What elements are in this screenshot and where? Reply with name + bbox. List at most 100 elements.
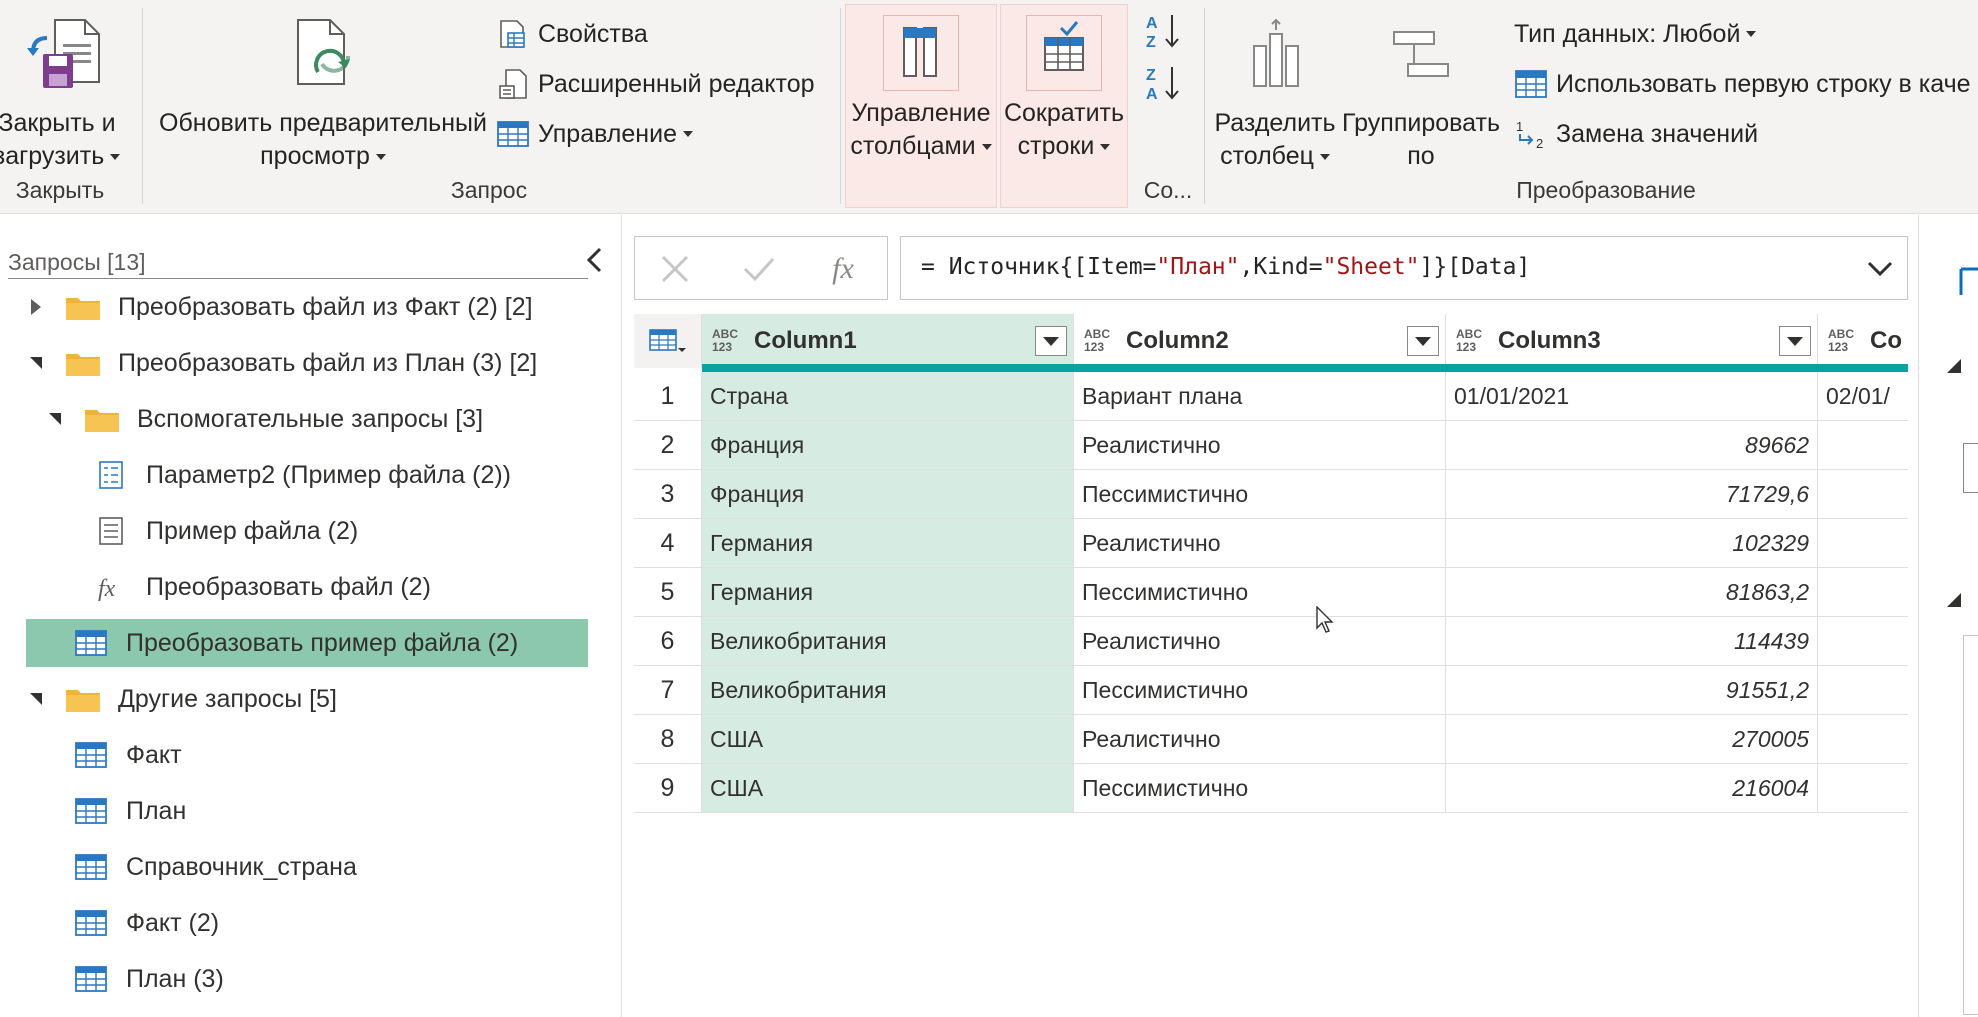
cell[interactable]: Франция	[702, 470, 1074, 519]
cell[interactable]	[1818, 617, 1908, 666]
cell[interactable]	[1818, 764, 1908, 813]
expand-formula-button[interactable]	[1865, 255, 1895, 283]
formula-input[interactable]: = Источник{[Item="План",Kind="Sheet"]}[D…	[900, 236, 1908, 300]
row-number[interactable]: 3	[634, 470, 702, 519]
cell[interactable]: 02/01/	[1818, 372, 1908, 421]
cell[interactable]: 216004	[1446, 764, 1818, 813]
column-header-1[interactable]: ABC 123 Column1	[702, 314, 1074, 368]
cell[interactable]: Германия	[702, 568, 1074, 617]
cell[interactable]: Реалистично	[1074, 617, 1446, 666]
row-number[interactable]: 9	[634, 764, 702, 813]
sort-descending-button[interactable]: ZA	[1142, 64, 1192, 108]
cell[interactable]: Реалистично	[1074, 715, 1446, 764]
query-item-transform-sample-selected[interactable]: Преобразовать пример файла (2)	[26, 619, 588, 667]
query-item-parameter[interactable]: Параметр2 (Пример файла (2))	[92, 451, 511, 499]
reduce-rows-button[interactable]: Сократить строки	[1000, 4, 1128, 208]
cell[interactable]: Великобритания	[702, 617, 1074, 666]
use-first-row-as-headers-button[interactable]: Использовать первую строку в каче	[1514, 64, 1971, 104]
column-filter-button[interactable]	[1407, 326, 1439, 356]
advanced-editor-button[interactable]: Расширенный редактор	[496, 64, 815, 104]
cell[interactable]	[1818, 470, 1908, 519]
cell[interactable]: 01/01/2021	[1446, 372, 1818, 421]
insert-function-button[interactable]: fx	[813, 247, 873, 291]
table-row: 1 Страна Вариант плана 01/01/2021 02/01/	[634, 372, 1908, 421]
advanced-editor-label: Расширенный редактор	[538, 69, 815, 98]
cell[interactable]	[1818, 519, 1908, 568]
row-number[interactable]: 2	[634, 421, 702, 470]
cell[interactable]: Франция	[702, 421, 1074, 470]
cell[interactable]: 89662	[1446, 421, 1818, 470]
collapse-icon[interactable]	[45, 409, 65, 429]
row-number[interactable]: 6	[634, 617, 702, 666]
table-menu-button[interactable]	[634, 314, 702, 368]
reduce-rows-label-1: Сократить	[1003, 99, 1125, 127]
collapse-icon[interactable]	[26, 689, 46, 709]
query-folder-fact[interactable]: Преобразовать файл из Факт (2) [2]	[26, 283, 533, 331]
query-folder-helpers[interactable]: Вспомогательные запросы [3]	[45, 395, 483, 443]
cell[interactable]: 91551,2	[1446, 666, 1818, 715]
cell[interactable]: 270005	[1446, 715, 1818, 764]
split-column-button[interactable]: Разделить столбец	[1214, 16, 1336, 173]
collapse-icon[interactable]	[1947, 359, 1961, 373]
svg-text:2: 2	[1536, 136, 1543, 150]
cancel-formula-button[interactable]	[645, 247, 705, 291]
cell[interactable]: Реалистично	[1074, 519, 1446, 568]
column-header-2[interactable]: ABC 123 Column2	[1074, 314, 1446, 368]
commit-formula-button[interactable]	[729, 247, 789, 291]
query-item-country-reference[interactable]: Справочник_страна	[72, 843, 357, 891]
close-and-load-button[interactable]: Закрыть и загрузить	[0, 16, 130, 173]
replace-values-button[interactable]: 12 Замена значений	[1514, 114, 1758, 154]
query-item-fact[interactable]: Факт	[72, 731, 182, 779]
cell[interactable]	[1818, 666, 1908, 715]
properties-button[interactable]: Свойства	[496, 14, 648, 54]
query-folder-other[interactable]: Другие запросы [5]	[26, 675, 337, 723]
sort-ascending-button[interactable]: AZ	[1142, 12, 1192, 56]
cell[interactable]: 71729,6	[1446, 470, 1818, 519]
query-item-sample-file[interactable]: Пример файла (2)	[92, 507, 358, 555]
cell[interactable]: США	[702, 715, 1074, 764]
column-filter-button[interactable]	[1779, 326, 1811, 356]
cell[interactable]: Страна	[702, 372, 1074, 421]
cell[interactable]	[1818, 421, 1908, 470]
expand-icon[interactable]	[26, 297, 46, 317]
column-filter-button[interactable]	[1035, 326, 1067, 356]
cell[interactable]: Пессимистично	[1074, 666, 1446, 715]
cell[interactable]: Вариант плана	[1074, 372, 1446, 421]
row-number[interactable]: 1	[634, 372, 702, 421]
chevron-down-icon	[1043, 336, 1059, 346]
cell[interactable]: Пессимистично	[1074, 470, 1446, 519]
column-header-4[interactable]: ABC 123 Co	[1818, 314, 1908, 368]
query-label: Вспомогательные запросы [3]	[137, 404, 484, 433]
manage-button[interactable]: Управление	[496, 114, 693, 154]
collapse-pane-button[interactable]	[582, 245, 606, 275]
row-number[interactable]: 4	[634, 519, 702, 568]
query-item-plan-3[interactable]: План (3)	[72, 955, 224, 1003]
cell[interactable]: 114439	[1446, 617, 1818, 666]
query-item-transform-function[interactable]: fx Преобразовать файл (2)	[92, 563, 431, 611]
cell[interactable]: 102329	[1446, 519, 1818, 568]
cell[interactable]: 81863,2	[1446, 568, 1818, 617]
name-input-fragment[interactable]	[1963, 443, 1978, 493]
group-by-button[interactable]: Группировать по	[1340, 16, 1502, 173]
row-number[interactable]: 8	[634, 715, 702, 764]
query-folder-plan[interactable]: Преобразовать файл из План (3) [2]	[26, 339, 537, 387]
refresh-preview-button[interactable]: Обновить предварительный просмотр	[148, 16, 498, 173]
row-number[interactable]: 7	[634, 666, 702, 715]
column-header-3[interactable]: ABC 123 Column3	[1446, 314, 1818, 368]
cell[interactable]	[1818, 568, 1908, 617]
query-item-plan[interactable]: План	[72, 787, 186, 835]
cell[interactable]: Пессимистично	[1074, 764, 1446, 813]
collapse-icon[interactable]	[1947, 593, 1961, 607]
cell[interactable]: Реалистично	[1074, 421, 1446, 470]
collapse-icon[interactable]	[26, 353, 46, 373]
manage-columns-button[interactable]: Управление столбцами	[845, 4, 997, 208]
group-by-label-2: по	[1407, 142, 1435, 170]
query-item-fact-2[interactable]: Факт (2)	[72, 899, 219, 947]
cell[interactable]	[1818, 715, 1908, 764]
cell[interactable]: Пессимистично	[1074, 568, 1446, 617]
cell[interactable]: Великобритания	[702, 666, 1074, 715]
data-type-dropdown[interactable]: Тип данных: Любой	[1514, 14, 1757, 54]
cell[interactable]: США	[702, 764, 1074, 813]
cell[interactable]: Германия	[702, 519, 1074, 568]
row-number[interactable]: 5	[634, 568, 702, 617]
